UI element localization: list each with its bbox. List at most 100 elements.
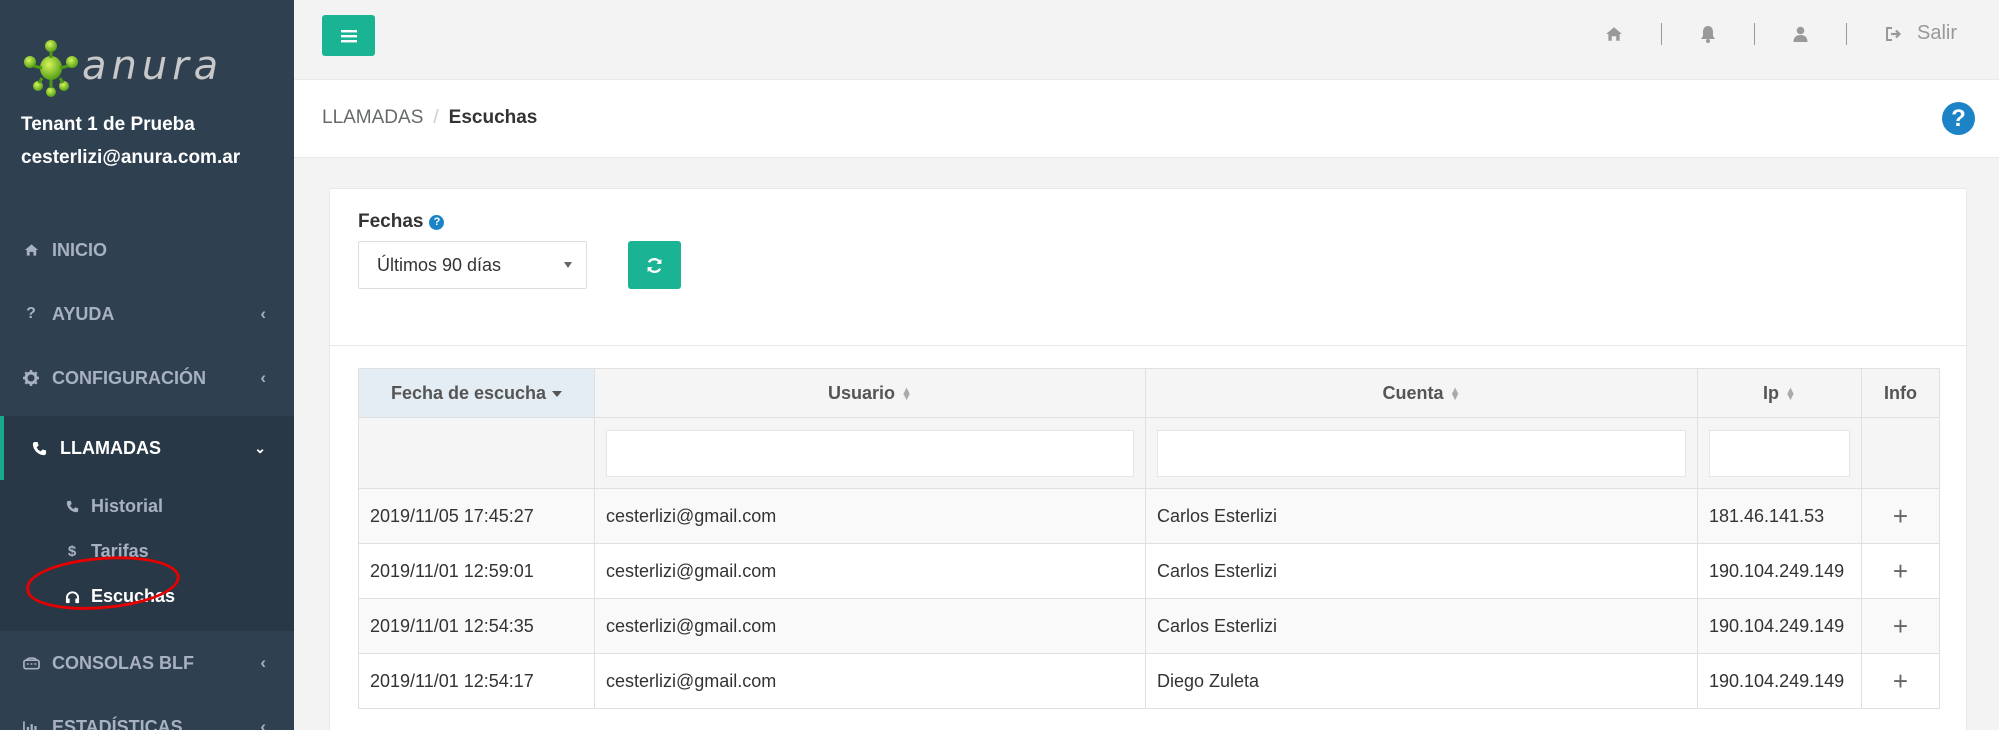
chevron-left-icon: ‹ bbox=[260, 717, 266, 730]
divider bbox=[1660, 22, 1662, 45]
bar-chart-icon bbox=[21, 720, 41, 730]
cell-fecha: 2019/11/05 17:45:27 bbox=[358, 488, 595, 544]
cell-cuenta: Carlos Esterlizi bbox=[1145, 488, 1698, 544]
sidebar-subitem-historial[interactable]: Historial bbox=[0, 484, 294, 529]
filter-row bbox=[358, 417, 1940, 489]
logout-label: Salir bbox=[1916, 22, 1957, 44]
help-icon[interactable]: ? bbox=[1942, 102, 1975, 135]
sidebar-item-estadisticas[interactable]: ESTADÍSTICAS ‹ bbox=[0, 695, 294, 730]
logout-button[interactable]: Salir bbox=[1885, 22, 1957, 45]
refresh-button[interactable] bbox=[628, 241, 681, 289]
table-row: 2019/11/01 12:54:17 cesterlizi@gmail.com… bbox=[358, 653, 1940, 709]
sidebar-item-ayuda[interactable]: ? AYUDA ‹ bbox=[0, 282, 294, 346]
table-row: 2019/11/01 12:54:35 cesterlizi@gmail.com… bbox=[358, 598, 1940, 654]
escuchas-table: Fecha de escucha Usuario ▲ ▼ Cuenta ▲ ▼ Ip ▲ ▼… bbox=[358, 368, 1940, 709]
dates-select-value: Últimos 90 días bbox=[377, 254, 502, 275]
chevron-left-icon: ‹ bbox=[260, 653, 266, 672]
tenant-name: Tenant 1 de Prueba bbox=[21, 114, 195, 135]
bell-icon[interactable] bbox=[1700, 25, 1716, 43]
sidebar-item-label: CONFIGURACIÓN bbox=[52, 367, 206, 388]
sidebar: anura Tenant 1 de Prueba cesterlizi@anur… bbox=[0, 0, 294, 730]
dates-select[interactable]: Últimos 90 días bbox=[358, 241, 587, 289]
filter-cell-empty bbox=[358, 417, 595, 489]
user-icon[interactable] bbox=[1793, 26, 1808, 42]
cell-usuario: cesterlizi@gmail.com bbox=[594, 598, 1146, 654]
expand-plus-icon[interactable]: + bbox=[1861, 598, 1940, 654]
cell-usuario: cesterlizi@gmail.com bbox=[594, 653, 1146, 709]
console-icon bbox=[21, 656, 41, 670]
phone-icon bbox=[29, 441, 49, 456]
sidebar-item-configuracion[interactable]: CONFIGURACIÓN ‹ bbox=[0, 346, 294, 410]
sidebar-nav: INICIO ? AYUDA ‹ CONFIGURACIÓN ‹ LLAMADA… bbox=[0, 218, 294, 730]
column-header-usuario[interactable]: Usuario ▲ ▼ bbox=[594, 368, 1146, 418]
home-icon bbox=[21, 243, 41, 257]
divider bbox=[1845, 22, 1847, 45]
refresh-icon bbox=[647, 257, 662, 273]
content-panel: Fechas ? Últimos 90 días Fecha de escuch… bbox=[329, 188, 1967, 730]
question-icon: ? bbox=[26, 305, 36, 322]
logo[interactable]: anura bbox=[22, 38, 223, 98]
chevron-down-icon: ⌄ bbox=[254, 439, 266, 456]
sign-out-icon bbox=[1885, 26, 1902, 41]
breadcrumb-current: Escuchas bbox=[448, 107, 538, 128]
sort-icon: ▲ ▼ bbox=[1785, 384, 1796, 403]
sidebar-item-consolas-blf[interactable]: CONSOLAS BLF ‹ bbox=[0, 631, 294, 695]
expand-plus-icon[interactable]: + bbox=[1861, 653, 1940, 709]
cell-fecha: 2019/11/01 12:54:17 bbox=[358, 653, 595, 709]
breadcrumb-parent[interactable]: LLAMADAS bbox=[322, 107, 423, 128]
cell-fecha: 2019/11/01 12:59:01 bbox=[358, 543, 595, 599]
filter-cell-ip bbox=[1697, 417, 1862, 489]
sidebar-item-label: AYUDA bbox=[52, 303, 115, 324]
expand-plus-icon[interactable]: + bbox=[1861, 543, 1940, 599]
sort-desc-icon bbox=[552, 390, 563, 397]
sidebar-item-label: ESTADÍSTICAS bbox=[52, 716, 183, 730]
cell-cuenta: Diego Zuleta bbox=[1145, 653, 1698, 709]
cell-ip: 181.46.141.53 bbox=[1697, 488, 1862, 544]
filter-cell-empty bbox=[1861, 417, 1940, 489]
sidebar-subnav-llamadas: Historial $ Tarifas Escuchas bbox=[0, 480, 294, 631]
logo-text: anura bbox=[82, 43, 224, 89]
table-row: 2019/11/05 17:45:27 cesterlizi@gmail.com… bbox=[358, 488, 1940, 544]
filter-cell-usuario bbox=[594, 417, 1146, 489]
usuario-filter-input[interactable] bbox=[606, 429, 1134, 477]
page-heading: LLAMADAS / Escuchas ? bbox=[294, 80, 1999, 158]
phone-icon bbox=[64, 500, 80, 513]
column-header-ip[interactable]: Ip ▲ ▼ bbox=[1697, 368, 1862, 418]
sort-icon: ▲ ▼ bbox=[901, 384, 912, 403]
cell-cuenta: Carlos Esterlizi bbox=[1145, 598, 1698, 654]
user-email: cesterlizi@anura.com.ar bbox=[21, 147, 241, 168]
sort-icon: ▲ ▼ bbox=[1449, 384, 1461, 403]
column-header-info: Info bbox=[1861, 368, 1940, 418]
dates-label-text: Fechas bbox=[358, 211, 424, 232]
divider bbox=[330, 345, 1966, 346]
cell-usuario: cesterlizi@gmail.com bbox=[594, 543, 1146, 599]
cuenta-filter-input[interactable] bbox=[1157, 429, 1686, 477]
home-icon[interactable] bbox=[1605, 26, 1623, 42]
sidebar-item-label: CONSOLAS BLF bbox=[52, 652, 194, 673]
cell-ip: 190.104.249.149 bbox=[1697, 598, 1862, 654]
sidebar-item-llamadas[interactable]: LLAMADAS ⌄ bbox=[0, 416, 294, 480]
breadcrumb-separator: / bbox=[433, 107, 439, 128]
question-circle-icon[interactable]: ? bbox=[429, 214, 445, 230]
cell-ip: 190.104.249.149 bbox=[1697, 653, 1862, 709]
sidebar-item-label: LLAMADAS bbox=[60, 437, 161, 458]
top-actions: Salir bbox=[1605, 22, 1957, 45]
chevron-left-icon: ‹ bbox=[260, 368, 266, 387]
column-header-cuenta[interactable]: Cuenta ▲ ▼ bbox=[1145, 368, 1698, 418]
sidebar-subitem-label: Historial bbox=[91, 496, 164, 516]
filter-cell-cuenta bbox=[1145, 417, 1698, 489]
sidebar-item-inicio[interactable]: INICIO bbox=[0, 218, 294, 282]
hamburger-icon bbox=[340, 29, 357, 42]
frog-logo-icon bbox=[24, 40, 78, 97]
column-header-fecha[interactable]: Fecha de escucha bbox=[358, 368, 595, 418]
expand-plus-icon[interactable]: + bbox=[1861, 488, 1940, 544]
user-info: Tenant 1 de Prueba cesterlizi@anura.com.… bbox=[21, 108, 240, 174]
cell-fecha: 2019/11/01 12:54:35 bbox=[358, 598, 595, 654]
toggle-menu-button[interactable] bbox=[322, 15, 375, 56]
dates-filter-label: Fechas ? bbox=[358, 211, 445, 233]
cell-ip: 190.104.249.149 bbox=[1697, 543, 1862, 599]
ip-filter-input[interactable] bbox=[1709, 429, 1850, 477]
cell-cuenta: Carlos Esterlizi bbox=[1145, 543, 1698, 599]
cell-usuario: cesterlizi@gmail.com bbox=[594, 488, 1146, 544]
divider bbox=[1753, 22, 1755, 45]
